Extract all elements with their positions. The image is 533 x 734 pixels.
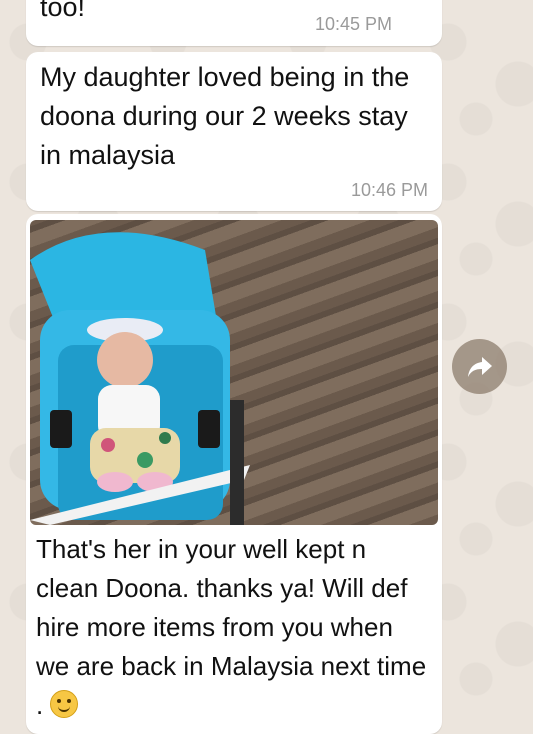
forward-button[interactable] (452, 339, 507, 394)
smiling-face-emoji-icon (50, 690, 79, 718)
message-time: 10:45 PM (314, 14, 392, 34)
message-time: 10:46 PM (350, 180, 428, 200)
photo-message-bubble: That's her in your well kept n clean Doo… (26, 214, 442, 734)
message-bubble: too! 10:45 PM (26, 0, 442, 46)
message-text: My daughter loved being in the doona dur… (40, 62, 410, 170)
message-bubble: My daughter loved being in the doona dur… (26, 52, 442, 211)
photo-caption: That's her in your well kept n clean Doo… (26, 524, 442, 731)
forward-arrow-icon (467, 356, 492, 377)
stroller-photo-image (30, 232, 250, 525)
photo-attachment[interactable] (30, 220, 438, 525)
caption-text: That's her in your well kept n clean Doo… (36, 534, 427, 720)
